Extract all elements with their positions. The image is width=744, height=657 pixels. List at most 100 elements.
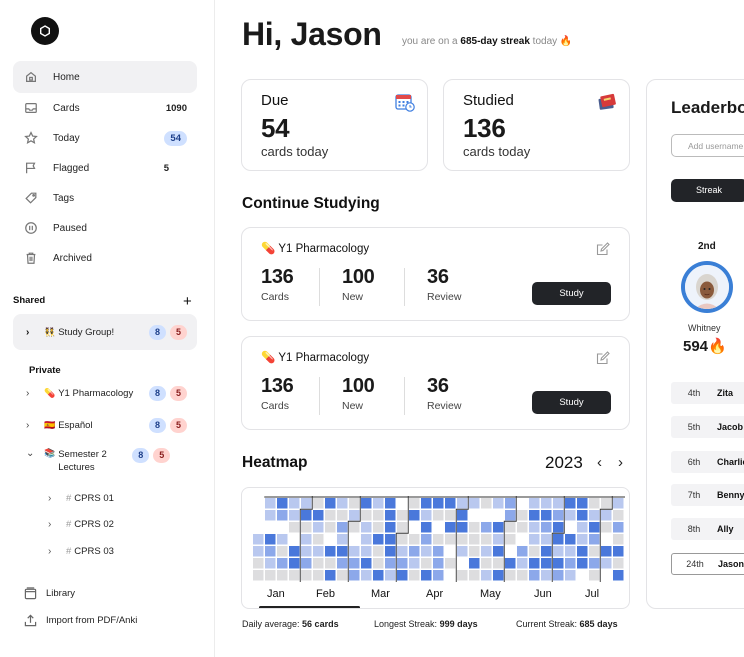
chevron-right-icon[interactable]: › <box>26 388 38 399</box>
heatmap-cell[interactable] <box>325 558 336 569</box>
heatmap-cell[interactable] <box>517 498 528 509</box>
sidebar-item-archived[interactable]: Archived <box>13 243 197 273</box>
deck-espanol[interactable]: › 🇪🇸 Español 8 5 <box>13 417 197 433</box>
heatmap-cell[interactable] <box>373 534 384 545</box>
heatmap-cell[interactable] <box>529 558 540 569</box>
heatmap-cell[interactable] <box>457 534 468 545</box>
heatmap-cell[interactable] <box>289 534 300 545</box>
heatmap-cell[interactable] <box>529 510 540 521</box>
heatmap-cell[interactable] <box>589 570 600 581</box>
heatmap-cell[interactable] <box>445 558 456 569</box>
heatmap-cell[interactable] <box>457 546 468 557</box>
next-year-button[interactable]: › <box>618 454 623 471</box>
heatmap-cell[interactable] <box>421 558 432 569</box>
heatmap-cell[interactable] <box>301 570 312 581</box>
heatmap-cell[interactable] <box>433 498 444 509</box>
heatmap-cell[interactable] <box>577 546 588 557</box>
heatmap-cell[interactable] <box>325 534 336 545</box>
heatmap-cell[interactable] <box>517 570 528 581</box>
heatmap-cell[interactable] <box>589 558 600 569</box>
prev-year-button[interactable]: ‹ <box>597 454 602 471</box>
continue-card[interactable]: 💊 Y1 Pharmacology 136 Cards 100 New 36 R… <box>241 227 630 321</box>
heatmap-cell[interactable] <box>553 558 564 569</box>
heatmap-cell[interactable] <box>265 498 276 509</box>
heatmap-cell[interactable] <box>577 510 588 521</box>
chevron-right-icon[interactable]: › <box>48 546 58 557</box>
heatmap-cell[interactable] <box>445 534 456 545</box>
heatmap-cell[interactable] <box>409 498 420 509</box>
subdeck-cprs-01[interactable]: › # CPRS 01 <box>48 493 114 504</box>
heatmap-cell[interactable] <box>493 522 504 533</box>
heatmap-cell[interactable] <box>277 498 288 509</box>
heatmap-cell[interactable] <box>373 522 384 533</box>
heatmap-cell[interactable] <box>277 510 288 521</box>
heatmap-cell[interactable] <box>337 570 348 581</box>
heatmap-cell[interactable] <box>277 570 288 581</box>
heatmap-cell[interactable] <box>313 546 324 557</box>
leaderboard-row[interactable]: 6th Charlie <box>671 451 744 473</box>
heatmap-cell[interactable] <box>421 570 432 581</box>
heatmap-cell[interactable] <box>457 522 468 533</box>
heatmap-cell[interactable] <box>493 570 504 581</box>
heatmap-cell[interactable] <box>577 534 588 545</box>
heatmap-cell[interactable] <box>481 498 492 509</box>
heatmap-cell[interactable] <box>505 510 516 521</box>
deck-y1-pharmacology[interactable]: › 💊 Y1 Pharmacology 8 5 <box>13 385 197 401</box>
heatmap-cell[interactable] <box>313 510 324 521</box>
heatmap-cell[interactable] <box>577 570 588 581</box>
heatmap-cell[interactable] <box>433 510 444 521</box>
leaderboard-row-current-user[interactable]: 24th Jason <box>671 553 744 575</box>
heatmap-cell[interactable] <box>541 498 552 509</box>
heatmap-cell[interactable] <box>601 534 612 545</box>
add-username-input[interactable]: Add username <box>671 134 744 157</box>
heatmap-cell[interactable] <box>361 522 372 533</box>
heatmap-cell[interactable] <box>553 570 564 581</box>
leaderboard-row[interactable]: 5th Jacob <box>671 416 744 438</box>
heatmap-cell[interactable] <box>613 522 624 533</box>
heatmap-cell[interactable] <box>397 510 408 521</box>
continue-card[interactable]: 💊 Y1 Pharmacology 136 Cards 100 New 36 R… <box>241 336 630 430</box>
heatmap-cell[interactable] <box>589 510 600 521</box>
studied-card[interactable]: Studied 136 cards today <box>443 79 630 171</box>
heatmap-cell[interactable] <box>541 558 552 569</box>
heatmap-cell[interactable] <box>553 546 564 557</box>
heatmap-cell[interactable] <box>517 522 528 533</box>
heatmap-cell[interactable] <box>325 510 336 521</box>
heatmap-cell[interactable] <box>529 570 540 581</box>
heatmap-cell[interactable] <box>301 558 312 569</box>
heatmap-cell[interactable] <box>373 510 384 521</box>
heatmap-cell[interactable] <box>517 534 528 545</box>
heatmap-cell[interactable] <box>313 570 324 581</box>
heatmap-cell[interactable] <box>529 546 540 557</box>
heatmap-cell[interactable] <box>409 534 420 545</box>
add-shared-button[interactable]: + <box>183 293 192 310</box>
heatmap-cell[interactable] <box>349 570 360 581</box>
heatmap-cell[interactable] <box>325 498 336 509</box>
heatmap-scrollbar[interactable] <box>259 606 360 608</box>
heatmap-cell[interactable] <box>385 534 396 545</box>
heatmap-cell[interactable] <box>505 558 516 569</box>
heatmap-cell[interactable] <box>445 510 456 521</box>
heatmap-cell[interactable] <box>457 510 468 521</box>
heatmap-cell[interactable] <box>325 522 336 533</box>
heatmap-cell[interactable] <box>493 558 504 569</box>
heatmap-cell[interactable] <box>553 498 564 509</box>
heatmap-cell[interactable] <box>397 498 408 509</box>
heatmap-cell[interactable] <box>505 534 516 545</box>
heatmap-cell[interactable] <box>469 558 480 569</box>
leaderboard-row[interactable]: 7th Benny <box>671 484 744 506</box>
heatmap-cell[interactable] <box>373 558 384 569</box>
heatmap-cell[interactable] <box>277 534 288 545</box>
heatmap-cell[interactable] <box>325 546 336 557</box>
heatmap-cell[interactable] <box>481 558 492 569</box>
heatmap-cell[interactable] <box>421 546 432 557</box>
heatmap-cell[interactable] <box>253 570 264 581</box>
study-button[interactable]: Study <box>532 391 611 414</box>
heatmap-cell[interactable] <box>373 546 384 557</box>
heatmap-cell[interactable] <box>361 570 372 581</box>
heatmap-cell[interactable] <box>385 558 396 569</box>
edit-icon[interactable] <box>596 351 610 365</box>
heatmap-cell[interactable] <box>325 570 336 581</box>
heatmap-cell[interactable] <box>289 546 300 557</box>
heatmap-cell[interactable] <box>541 510 552 521</box>
